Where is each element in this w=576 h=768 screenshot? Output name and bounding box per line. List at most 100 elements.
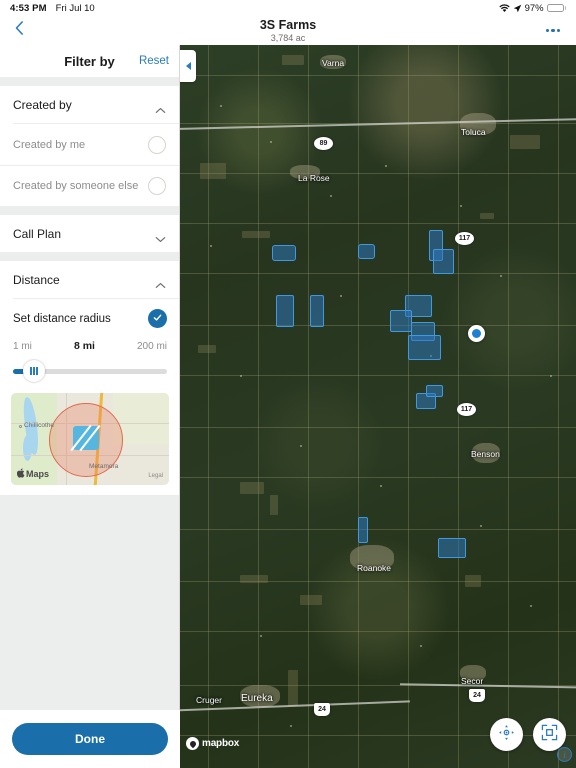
status-bar-left: 4:53 PM Fri Jul 10 xyxy=(10,3,95,14)
triangle-left-icon xyxy=(186,62,191,70)
filter-option-label: Created by someone else xyxy=(13,180,138,192)
field-polygon[interactable] xyxy=(358,244,375,259)
done-button[interactable]: Done xyxy=(12,723,168,755)
map-place-label: La Rose xyxy=(298,173,330,183)
field-polygon[interactable] xyxy=(276,295,294,327)
map-view[interactable]: Varna Toluca La Rose Benson Roanoke Seco… xyxy=(180,45,576,768)
wifi-icon xyxy=(499,4,510,13)
mapbox-label: mapbox xyxy=(202,738,239,749)
panel-spacer-1 xyxy=(0,77,179,86)
nav-title-block: 3S Farms 3,784 ac xyxy=(0,16,576,45)
route-shield: 117 xyxy=(455,232,474,245)
reset-button[interactable]: Reset xyxy=(139,55,169,67)
filter-group-distance-header[interactable]: Distance xyxy=(0,261,179,298)
map-place-label: Roanoke xyxy=(357,563,391,573)
apple-maps-label: Maps xyxy=(26,469,49,479)
minimap-label: Metamora xyxy=(89,463,118,470)
route-shield: 24 xyxy=(469,689,485,702)
minimap-label: Chillicothe xyxy=(24,422,54,429)
battery-icon xyxy=(547,4,566,13)
filter-group-distance-label: Distance xyxy=(13,273,60,287)
more-horizontal-icon xyxy=(546,29,561,32)
route-shield: 89 xyxy=(314,137,333,150)
status-time: 4:53 PM xyxy=(10,3,47,14)
page-subtitle: 3,784 ac xyxy=(271,33,306,44)
map-place-label: Benson xyxy=(471,449,500,459)
done-bar: Done xyxy=(0,710,180,768)
set-distance-radius-row[interactable]: Set distance radius xyxy=(0,299,179,338)
field-polygon[interactable] xyxy=(408,335,441,360)
field-polygon[interactable] xyxy=(358,517,368,543)
radius-toggle[interactable] xyxy=(148,309,167,328)
radius-preview-map[interactable]: Chillicothe Metamora Maps Legal xyxy=(11,393,169,485)
filter-sidebar: Filter by Reset Created by Created by me… xyxy=(0,45,180,768)
route-shield: 117 xyxy=(457,403,476,416)
minimap-container: Chillicothe Metamora Maps Legal xyxy=(0,386,179,495)
field-marker-icon xyxy=(73,426,99,450)
map-place-label: Varna xyxy=(322,58,344,68)
distance-max-label: 200 mi xyxy=(137,341,167,352)
user-location-marker xyxy=(468,325,485,342)
map-place-label: Eureka xyxy=(241,693,273,704)
battery-percent: 97% xyxy=(525,3,544,14)
filter-group-call-plan: Call Plan xyxy=(0,215,179,252)
filter-group-created-by-label: Created by xyxy=(13,98,72,112)
map-place-label: Secor xyxy=(461,676,483,686)
app-root: 4:53 PM Fri Jul 10 97% 3S Farms 3,7 xyxy=(0,0,576,768)
status-date: Fri Jul 10 xyxy=(56,3,95,14)
mapbox-logo-icon xyxy=(186,737,199,750)
radio-button[interactable] xyxy=(148,136,166,154)
apple-logo-icon xyxy=(17,468,25,480)
filter-group-call-plan-header[interactable]: Call Plan xyxy=(0,215,179,252)
distance-slider[interactable] xyxy=(13,356,167,386)
chevron-up-icon xyxy=(155,276,166,283)
filter-option-created-by-someone-else[interactable]: Created by someone else xyxy=(0,165,179,206)
more-options-button[interactable] xyxy=(538,16,568,45)
panel-spacer-2 xyxy=(0,206,179,215)
page-title: 3S Farms xyxy=(260,18,316,32)
field-polygon[interactable] xyxy=(438,538,466,558)
filter-panel-header: Filter by Reset xyxy=(0,45,179,77)
filter-group-call-plan-label: Call Plan xyxy=(13,227,61,241)
distance-current-label: 8 mi xyxy=(74,340,95,352)
field-polygon[interactable] xyxy=(433,249,454,274)
check-icon xyxy=(152,310,163,328)
radio-button[interactable] xyxy=(148,177,166,195)
minimap-legal-link[interactable]: Legal xyxy=(148,473,163,479)
apple-maps-attribution: Maps xyxy=(17,468,49,480)
fit-bounds-icon xyxy=(541,724,558,746)
field-polygon[interactable] xyxy=(390,310,412,332)
collapse-panel-button[interactable] xyxy=(180,50,196,82)
filter-group-created-by: Created by Created by me Created by some… xyxy=(0,86,179,206)
mapbox-attribution[interactable]: mapbox xyxy=(186,737,239,750)
field-polygon[interactable] xyxy=(272,245,296,261)
map-place-label: Toluca xyxy=(461,127,486,137)
chevron-up-icon xyxy=(155,101,166,108)
status-bar-right: 97% xyxy=(499,3,566,14)
field-polygon[interactable] xyxy=(310,295,324,327)
status-bar: 4:53 PM Fri Jul 10 97% xyxy=(0,0,576,16)
locate-crosshair-icon xyxy=(498,724,515,746)
filter-group-created-by-header[interactable]: Created by xyxy=(0,86,179,123)
distance-min-label: 1 mi xyxy=(13,341,32,352)
map-info-button[interactable]: i xyxy=(557,747,572,762)
fit-bounds-button[interactable] xyxy=(533,718,566,751)
back-button[interactable] xyxy=(0,16,38,45)
filter-option-label: Created by me xyxy=(13,139,85,151)
location-arrow-icon xyxy=(513,4,522,13)
field-polygon[interactable] xyxy=(426,385,443,397)
nav-bar: 3S Farms 3,784 ac xyxy=(0,16,576,45)
distance-tick-labels: 1 mi 8 mi 200 mi xyxy=(0,338,179,352)
filter-panel-title: Filter by xyxy=(64,54,115,69)
map-place-label: Cruger xyxy=(196,695,222,705)
route-shield: 24 xyxy=(314,703,330,716)
locate-me-button[interactable] xyxy=(490,718,523,751)
set-distance-radius-label: Set distance radius xyxy=(13,313,111,325)
map-satellite-imagery xyxy=(180,45,576,768)
slider-thumb[interactable] xyxy=(23,360,45,382)
chevron-down-icon xyxy=(155,230,166,237)
chevron-left-icon xyxy=(15,20,24,41)
filter-option-created-by-me[interactable]: Created by me xyxy=(0,124,179,165)
filter-group-distance: Distance Set distance radius 1 mi 8 mi 2… xyxy=(0,261,179,495)
panel-spacer-3 xyxy=(0,252,179,261)
